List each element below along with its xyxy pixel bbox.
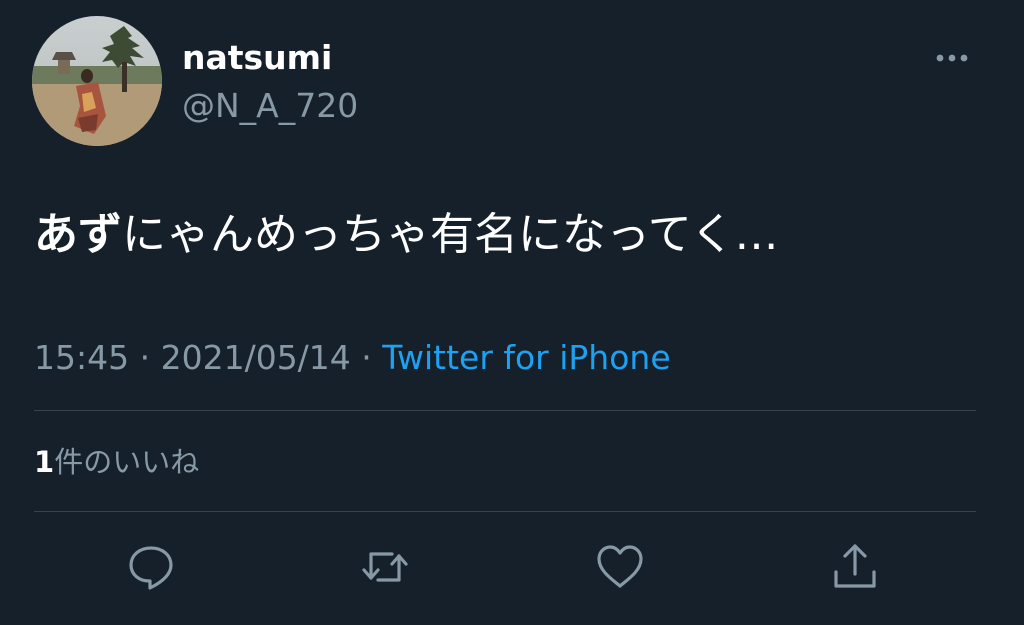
retweet-button[interactable] — [360, 542, 410, 592]
share-button[interactable] — [830, 542, 880, 592]
divider — [34, 511, 976, 512]
tweet-text-body: にゃんめっちゃ有名になってく… — [122, 209, 779, 260]
tweet-detail: natsumi @N_A_720 あずにゃんめっちゃ有名になってく… 15:45… — [0, 0, 1024, 625]
user-handle[interactable]: @N_A_720 — [182, 86, 358, 125]
likes-count: 1 — [34, 445, 55, 479]
tweet-metadata: 15:45 · 2021/05/14 · Twitter for iPhone — [34, 336, 671, 380]
tweet-text: あずにゃんめっちゃ有名になってく… — [34, 207, 778, 263]
more-horizontal-icon — [936, 54, 968, 62]
heart-icon — [597, 545, 643, 588]
tweet-source-link[interactable]: Twitter for iPhone — [382, 338, 670, 377]
avatar[interactable] — [32, 16, 162, 146]
share-icon — [834, 544, 876, 588]
tweet-time: 15:45 — [34, 338, 130, 377]
likes-stat[interactable]: 1件のいいね — [34, 442, 199, 482]
reply-icon — [129, 546, 173, 590]
likes-label: 件のいいね — [54, 445, 200, 479]
tweet-date: 2021/05/14 — [160, 338, 351, 377]
meta-separator: · — [350, 338, 383, 377]
avatar-photo — [32, 16, 162, 146]
more-options-button[interactable] — [932, 48, 972, 68]
meta-separator: · — [129, 338, 161, 377]
divider — [34, 410, 976, 411]
tweet-text-bold[interactable]: あず — [34, 209, 122, 260]
display-name[interactable]: natsumi — [182, 38, 332, 77]
retweet-icon — [362, 552, 408, 582]
like-button[interactable] — [595, 542, 645, 592]
reply-button[interactable] — [126, 542, 176, 592]
